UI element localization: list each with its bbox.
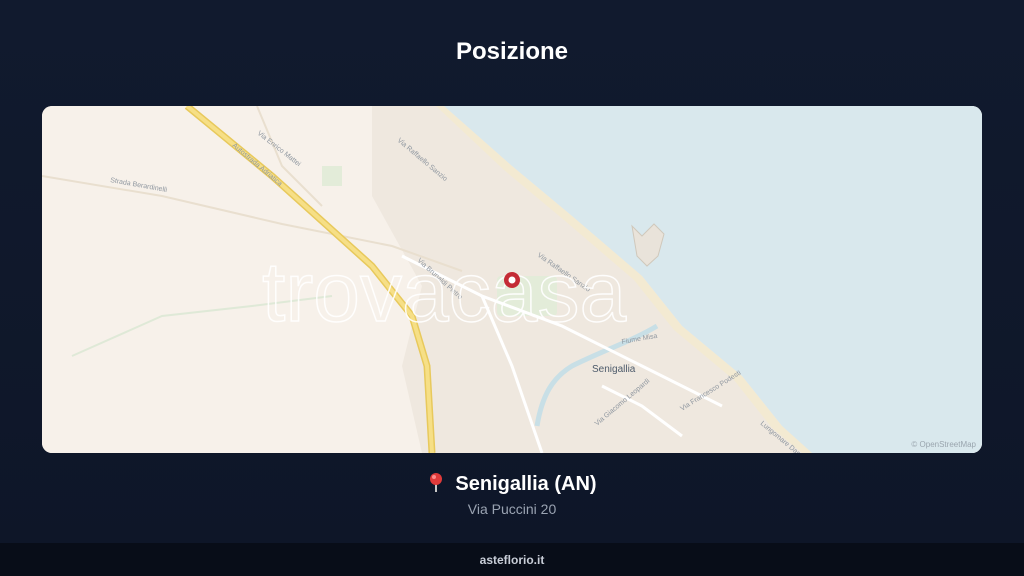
watermark: trovacasa: [262, 245, 626, 339]
location-name: Senigallia (AN): [455, 473, 597, 495]
pin-icon: [427, 471, 445, 498]
footer-site[interactable]: asteflorio.it: [480, 553, 545, 567]
location-marker-icon[interactable]: [504, 272, 520, 288]
footer: asteflorio.it: [0, 543, 1024, 576]
page-title: Posizione: [455, 38, 569, 65]
map-attribution: © OpenStreetMap: [911, 440, 976, 449]
park-area-small: [322, 166, 342, 186]
location-address: Via Puccini 20: [467, 501, 557, 517]
map[interactable]: Via Enrico Mattei Via Raffaello Sanzio A…: [42, 106, 982, 453]
city-label: Senigallia: [592, 364, 636, 375]
location-heading: Senigallia (AN): [0, 471, 1024, 498]
map-canvas[interactable]: Via Enrico Mattei Via Raffaello Sanzio A…: [42, 106, 982, 453]
